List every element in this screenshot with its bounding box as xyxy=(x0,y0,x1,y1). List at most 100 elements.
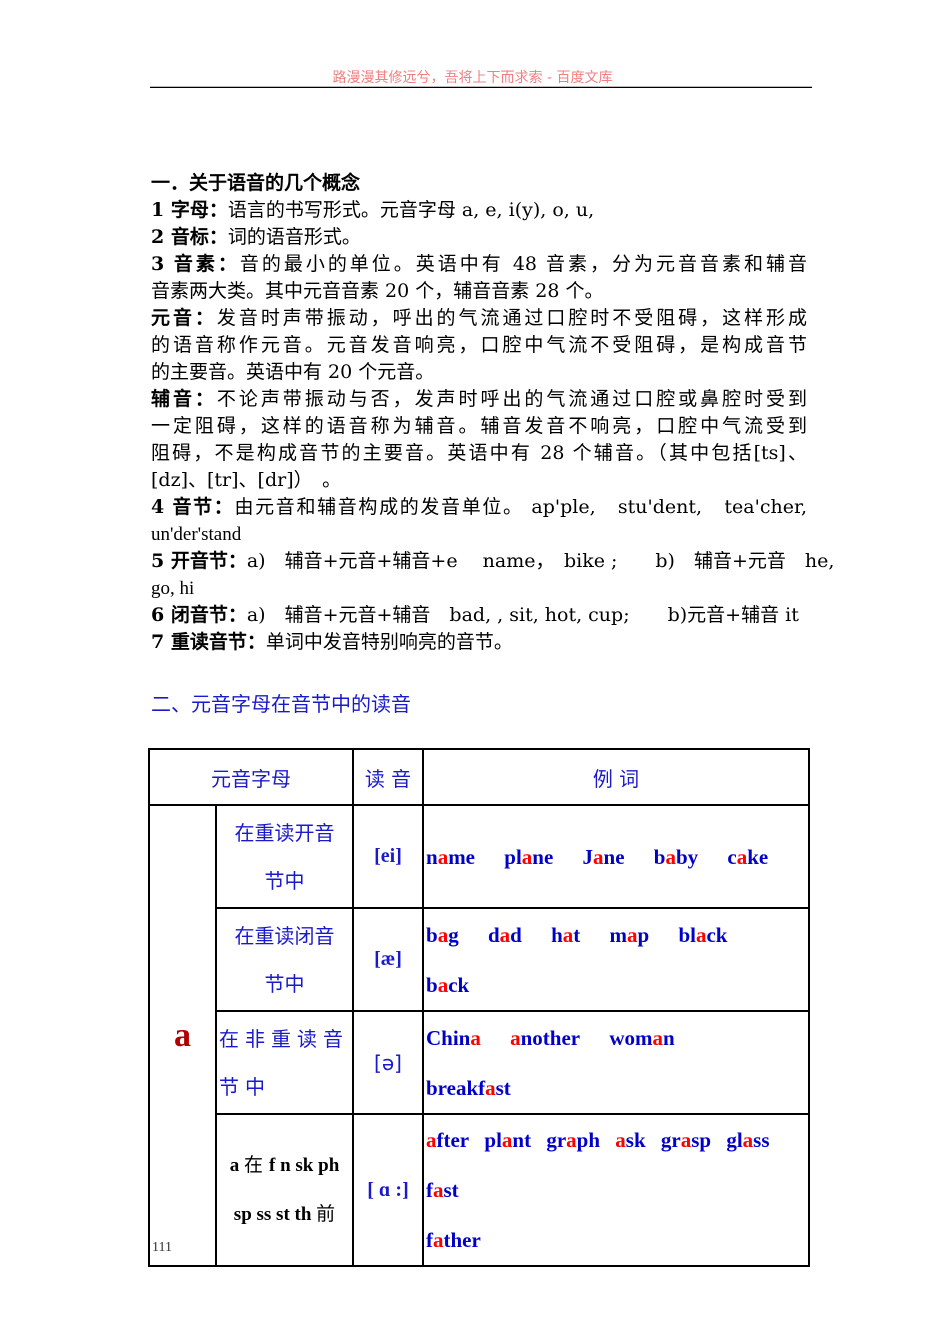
word-part: sp xyxy=(691,1128,712,1152)
highlighted-letter: a xyxy=(566,1128,577,1152)
word-part: fter xyxy=(436,1128,470,1152)
example-word: fast xyxy=(426,1178,459,1202)
concept-item-phonetic: 2 音标：词的语音形式。 xyxy=(151,224,807,251)
word-part: ck xyxy=(448,972,470,997)
condition-part: 前 xyxy=(316,1203,336,1225)
concept-item-vowel: 元音：发音时声带振动，呼出的气流通过口腔时不受阻碍，这样形成 xyxy=(151,305,807,332)
word-part: st xyxy=(495,1075,511,1100)
concept-item-letters: 1 字母：语言的书写形式。元音字母 a, e, i(y), o, u, xyxy=(151,197,807,224)
highlighted-letter: a xyxy=(485,1075,496,1100)
concept-label: 元音： xyxy=(151,307,217,329)
condition-part: a xyxy=(229,1155,244,1176)
section-concepts: 一．关于语音的几个概念 1 字母：语言的书写形式。元音字母 a, e, i(y)… xyxy=(151,170,834,656)
highlighted-letter: a xyxy=(437,922,449,947)
word-part: ther xyxy=(443,1228,481,1252)
concept-text: 由元音和辅音构成的发音单位。 ap'ple, stu'dent, tea'che… xyxy=(234,496,807,518)
word-part: nt xyxy=(512,1128,532,1152)
ipa-cell: [æ] xyxy=(352,907,424,1012)
word-part: h xyxy=(551,922,563,947)
concept-text: 单词中发音特别响亮的音节。 xyxy=(265,631,513,653)
word-part: wom xyxy=(609,1025,653,1050)
condition-cell: a 在 f n sk ph sp ss st th 前 xyxy=(215,1113,354,1267)
highlighted-letter: a xyxy=(695,922,707,947)
word-part: nother xyxy=(520,1025,581,1050)
condition-line: 节中 xyxy=(219,1074,271,1099)
highlighted-letter: a xyxy=(593,844,604,869)
word-part: f xyxy=(426,1228,433,1252)
header-divider xyxy=(150,86,812,88)
word-part: ss xyxy=(753,1128,770,1152)
word-part: d xyxy=(510,922,522,947)
example-word: bag xyxy=(426,923,459,947)
concept-text: 不论声带振动与否，发声时呼出的气流通过口腔或鼻腔时受到 xyxy=(216,388,807,410)
word-part: b xyxy=(426,922,438,947)
highlighted-letter: a xyxy=(433,1178,444,1202)
example-word: black xyxy=(678,923,727,947)
word-part: ck xyxy=(706,922,728,947)
example-word: graph xyxy=(546,1128,600,1152)
condition-line: sp ss st th 前 xyxy=(217,1190,352,1239)
table-row: 在非重读音 节中 [ə] China another woman breakfa… xyxy=(149,1010,810,1115)
example-word: back xyxy=(426,973,469,997)
concept-text: a) 辅音+元音+辅音+e name， bike ; b) 辅音+元音 he, xyxy=(246,550,835,572)
vowel-letter-table: 元音字母 读 音 例 词 a 在重读开音 节中 [ei] name plane … xyxy=(148,748,810,1267)
example-word: plane xyxy=(504,845,553,869)
condition-line: 在非重读音 xyxy=(219,1026,349,1051)
example-word: father xyxy=(426,1228,481,1252)
condition-line: 在重读开音 xyxy=(234,820,335,845)
concept-text-cont: 阻碍，不是构成音节的主要音。英语中有 28 个辅音。（其中包括[ts]、 xyxy=(151,442,807,464)
highlighted-letter: a xyxy=(742,1128,754,1152)
word-part: f xyxy=(426,1178,433,1202)
table-header-row: 元音字母 读 音 例 词 xyxy=(148,748,810,806)
concept-item-syllable: 4 音节：由元音和辅音构成的发音单位。 ap'ple, stu'dent, te… xyxy=(151,494,807,521)
condition-part: sp ss st th xyxy=(233,1204,317,1225)
highlighted-letter: a xyxy=(470,1025,481,1050)
condition-cell: 在非重读音 节中 xyxy=(215,1010,354,1115)
concept-label: 7 重读音节： xyxy=(151,631,266,653)
word-part: t xyxy=(573,922,581,947)
example-word: another xyxy=(510,1026,580,1050)
page-number: 111 xyxy=(152,1240,172,1255)
condition-line: 节中 xyxy=(264,971,305,996)
word-part: breakf xyxy=(426,1075,486,1100)
word-part: b xyxy=(653,844,666,869)
word-part: c xyxy=(727,844,737,869)
word-part: gr xyxy=(546,1128,567,1152)
word-part: me xyxy=(448,844,476,869)
concept-text-cont: 的主要音。英语中有 20 个元音。 xyxy=(151,361,435,383)
table-row: a 在 f n sk ph sp ss st th 前 [ ɑ :] after… xyxy=(149,1113,810,1267)
highlighted-letter: a xyxy=(736,844,748,869)
word-part: n xyxy=(663,1025,675,1050)
condition-line: 在重读闭音 xyxy=(234,923,335,948)
concept-label: 4 音节： xyxy=(151,496,235,518)
ipa-cell: [ə] xyxy=(352,1010,424,1115)
concept-item-phoneme: 3 音素：音的最小的单位。英语中有 48 音素，分为元音音素和辅音 xyxy=(151,251,807,278)
example-word: ask xyxy=(615,1128,645,1152)
header-vowel-letter: 元音字母 xyxy=(148,748,354,806)
example-word: cake xyxy=(727,845,768,869)
concept-item-stressed-syllable: 7 重读音节：单词中发音特别响亮的音节。 xyxy=(151,629,807,656)
highlighted-letter: a xyxy=(521,844,533,869)
highlighted-letter: a xyxy=(437,972,449,997)
example-word: woman xyxy=(609,1026,674,1050)
table-row: a 在重读开音 节中 [ei] name plane Jane baby cak… xyxy=(148,804,810,1267)
word-part: d xyxy=(487,922,500,947)
highlighted-letter: a xyxy=(501,1128,513,1152)
concept-text-cont: 音素两大类。其中元音音素 20 个，辅音音素 28 个。 xyxy=(151,280,604,302)
example-word: map xyxy=(610,923,650,947)
word-part: by xyxy=(675,844,699,869)
word-part: J xyxy=(582,844,594,869)
concept-label: 辅音： xyxy=(151,388,217,410)
concept-label: 1 字母： xyxy=(151,199,228,221)
highlighted-letter: a xyxy=(426,1128,437,1152)
condition-part: f n sk ph xyxy=(269,1155,340,1176)
highlighted-letter: a xyxy=(652,1025,664,1050)
highlighted-letter: a xyxy=(627,922,638,947)
table-row: 在重读闭音 节中 [æ] bag dad hat map black back xyxy=(149,907,810,1012)
condition-cell: 在重读开音 节中 xyxy=(215,804,354,909)
example-word: grasp xyxy=(661,1128,711,1152)
example-word: hat xyxy=(551,923,580,947)
word-part: p xyxy=(637,922,650,947)
word-part: g xyxy=(448,922,459,947)
concept-text: 音的最小的单位。英语中有 48 音素，分为元音音素和辅音 xyxy=(239,253,807,275)
